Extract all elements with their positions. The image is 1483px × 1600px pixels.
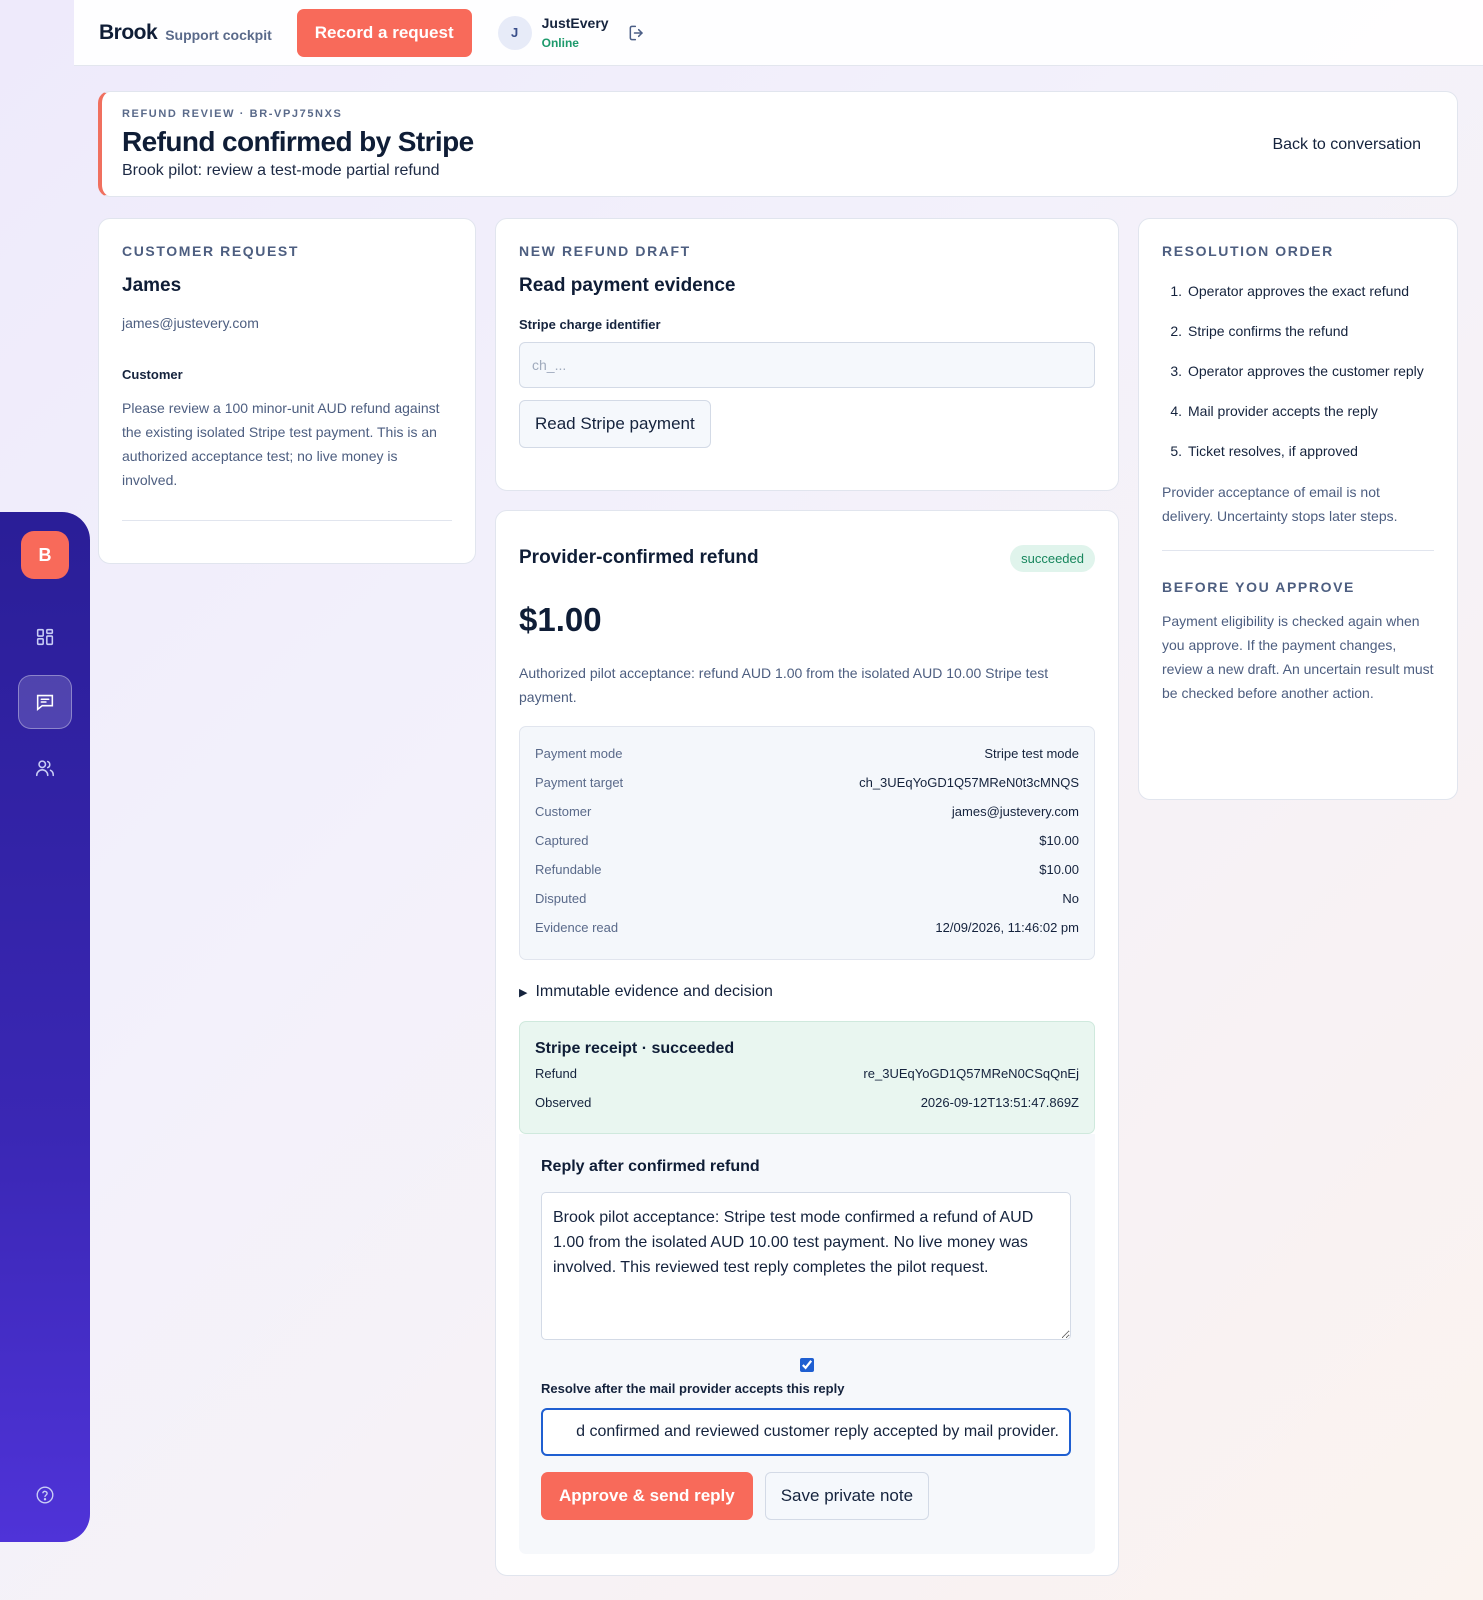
receipt-key: Refund [535,1066,577,1081]
back-to-conversation-link[interactable]: Back to conversation [1272,136,1421,154]
resolution-note: Provider acceptance of email is not deli… [1162,484,1398,524]
evidence-key: Customer [535,804,592,819]
charge-id-input[interactable] [519,342,1095,388]
refund-title: Provider-confirmed refund [519,547,759,568]
conversations-icon[interactable] [18,675,72,729]
user-name: JustEvery [541,15,609,31]
page-title: Refund confirmed by Stripe [122,126,474,157]
section-label: RESOLUTION ORDER [1162,243,1334,259]
evidence-key: Refundable [535,862,602,877]
evidence-value: $10.00 [1039,862,1079,877]
evidence-row: Disputed No [535,891,1079,920]
evidence-row: Payment mode Stripe test mode [535,746,1079,775]
resolve-checkbox[interactable] [800,1358,814,1372]
page-subtitle: Brook pilot: review a test-mode partial … [122,162,440,179]
dashboard-icon[interactable] [18,610,72,664]
header-eyebrow: REFUND REVIEW · BR-VPJ75NXS [122,108,343,120]
step-text: Operator approves the customer reply [1188,363,1424,379]
section-label: CUSTOMER REQUEST [122,243,300,259]
page-header: REFUND REVIEW · BR-VPJ75NXS Refund confi… [98,91,1458,197]
divider [1162,550,1434,551]
rail-logo[interactable]: B [21,531,69,579]
customer-request-card: CUSTOMER REQUEST James james@justevery.c… [98,218,476,564]
approve-send-reply-button[interactable]: Approve & send reply [541,1472,753,1520]
reply-textarea[interactable]: Brook pilot acceptance: Stripe test mode… [541,1192,1071,1340]
evidence-row: Captured $10.00 [535,833,1079,862]
list-item: 4. Mail provider accepts the reply [1162,401,1434,422]
refund-amount: $1.00 [519,601,602,638]
receipt-key: Observed [535,1095,592,1110]
step-text: Operator approves the exact refund [1188,283,1410,299]
resolve-checkbox-wrap [541,1358,1073,1372]
brand-subtitle: Support cockpit [165,26,272,43]
customer-email: james@justevery.com [122,315,259,331]
message-author-role: Customer [122,367,183,382]
evidence-disclosure-toggle[interactable]: ▶ Immutable evidence and decision [519,983,773,1001]
evidence-row: Payment target ch_3UEqYoGD1Q57MReN0t3cMNQ… [535,775,1079,804]
receipt-row: Refund re_3UEqYoGD1Q57MReN0CSqQnEj [535,1066,1079,1095]
triangle-right-icon: ▶ [519,986,528,999]
reply-panel: Reply after confirmed refund Brook pilot… [519,1134,1095,1554]
refund-note: Authorized pilot acceptance: refund AUD … [519,665,1049,705]
read-stripe-payment-button[interactable]: Read Stripe payment [519,400,711,448]
section-label: NEW REFUND DRAFT [519,243,691,259]
confirmed-refund-card: Provider-confirmed refund succeeded $1.0… [495,510,1119,1576]
evidence-key: Captured [535,833,589,848]
resolution-steps: 1. Operator approves the exact refund 2. S… [1162,281,1434,462]
logout-icon[interactable] [627,23,647,43]
status-badge: succeeded [1010,545,1095,572]
top-bar: Brook Support cockpit Record a request J… [74,0,1483,66]
evidence-key: Payment mode [535,746,623,761]
user-status: Online [541,36,579,50]
side-rail: B [0,512,90,1542]
evidence-value: No [1062,891,1079,906]
payment-evidence-table: Payment mode Stripe test mode Payment tar… [519,726,1095,960]
user-block: JustEvery Online [542,15,609,50]
approve-note: Payment eligibility is checked again whe… [1162,613,1434,701]
evidence-key: Payment target [535,775,624,790]
customers-icon[interactable] [18,741,72,795]
step-text: Stripe confirms the refund [1188,323,1349,339]
list-item: 1. Operator approves the exact refund [1162,281,1434,302]
draft-title: Read payment evidence [519,275,736,296]
step-text: Mail provider accepts the reply [1188,403,1378,419]
avatar[interactable]: J [497,15,532,50]
evidence-value: ch_3UEqYoGD1Q57MReN0t3cMNQS [859,775,1079,790]
record-request-button[interactable]: Record a request [296,8,472,57]
evidence-value: 12/09/2026, 11:46:02 pm [935,920,1079,935]
reply-title: Reply after confirmed refund [541,1158,760,1175]
evidence-value: james@justevery.com [951,804,1079,819]
evidence-row: Evidence read 12/09/2026, 11:46:02 pm [535,920,1079,949]
receipt-value: re_3UEqYoGD1Q57MReN0CSqQnEj [863,1066,1079,1081]
divider [122,520,452,521]
customer-name: James [122,275,182,296]
list-item: 5. Ticket resolves, if approved [1162,441,1434,462]
resolve-label: Resolve after the mail provider accepts … [541,1381,845,1396]
evidence-value: $10.00 [1039,833,1079,848]
evidence-key: Disputed [535,891,587,906]
stripe-receipt: Stripe receipt · succeeded Refund re_3UEq… [519,1021,1095,1134]
help-icon[interactable] [18,1468,72,1522]
evidence-key: Evidence read [535,920,619,935]
receipt-value: 2026-09-12T13:51:47.869Z [920,1095,1079,1110]
evidence-value: Stripe test mode [984,746,1079,761]
resolution-order-card: RESOLUTION ORDER 1. Operator approves the… [1138,218,1458,800]
evidence-row: Customer james@justevery.com [535,804,1079,833]
customer-message: Please review a 100 minor-unit AUD refun… [122,400,440,488]
brand-name[interactable]: Brook [99,21,158,45]
receipt-title: Stripe receipt · succeeded [535,1040,735,1057]
reply-actions: Approve & send reply Save private note [541,1472,1073,1520]
step-text: Ticket resolves, if approved [1188,443,1358,459]
section-label: BEFORE YOU APPROVE [1162,579,1355,595]
save-private-note-button[interactable]: Save private note [764,1472,930,1520]
resolution-note-input[interactable] [541,1408,1071,1456]
evidence-row: Refundable $10.00 [535,862,1079,891]
disclosure-label: Immutable evidence and decision [535,983,773,1000]
list-item: 3. Operator approves the customer reply [1162,361,1434,382]
charge-field-label: Stripe charge identifier [519,317,661,332]
refund-draft-card: NEW REFUND DRAFT Read payment evidence S… [495,218,1119,491]
list-item: 2. Stripe confirms the refund [1162,321,1434,342]
receipt-row: Observed 2026-09-12T13:51:47.869Z [535,1095,1079,1124]
